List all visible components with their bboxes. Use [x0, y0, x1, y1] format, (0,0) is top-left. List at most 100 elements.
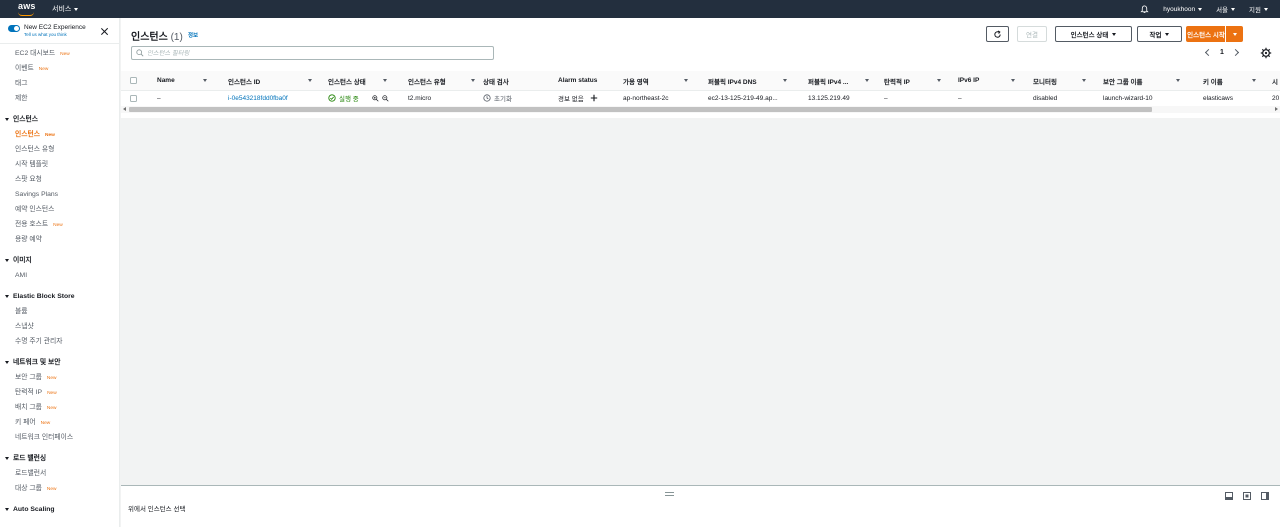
sidebar-item-events[interactable]: 이벤트 New: [0, 61, 119, 76]
sidebar-item-savings-plans[interactable]: Savings Plans: [0, 187, 119, 202]
sidebar-item-spot-requests[interactable]: 스팟 요청: [0, 172, 119, 187]
layout-side-icon[interactable]: [1261, 492, 1269, 500]
launch-instances-button[interactable]: 인스턴스 시작: [1186, 26, 1226, 42]
sidebar-item-instance-types[interactable]: 인스턴스 유형: [0, 142, 119, 157]
sidebar-item-elastic-ip[interactable]: 탄력적 IP New: [0, 385, 119, 400]
refresh-button[interactable]: [986, 26, 1009, 42]
filter-icon[interactable]: [865, 79, 869, 82]
sidebar-item-lifecycle-manager[interactable]: 수명 주기 관리자: [0, 334, 119, 349]
sidebar-item-ami[interactable]: AMI: [0, 268, 119, 283]
gear-icon[interactable]: [1260, 47, 1272, 59]
layout-full-icon[interactable]: [1243, 492, 1251, 500]
sidebar-section-network-security[interactable]: 네트워크 및 보안: [0, 355, 119, 370]
filter-icon[interactable]: [308, 79, 312, 82]
previous-page-icon[interactable]: [1204, 48, 1213, 57]
layout-bottom-icon[interactable]: [1225, 492, 1233, 500]
launch-instances-dropdown[interactable]: [1225, 26, 1243, 42]
sidebar-item-dedicated-hosts[interactable]: 전용 호스트 New: [0, 217, 119, 232]
search-input[interactable]: [147, 49, 487, 57]
sidebar-section-ebs[interactable]: Elastic Block Store: [0, 289, 119, 304]
region-menu[interactable]: 서울: [1216, 4, 1236, 14]
sidebar-item-snapshots[interactable]: 스냅샷: [0, 319, 119, 334]
column-header-instance-id[interactable]: 인스턴스 ID: [228, 71, 318, 90]
filter-icon[interactable]: [471, 79, 475, 82]
column-label: 가용 영역: [623, 78, 649, 86]
column-header-ipv6[interactable]: IPv6 IP: [958, 71, 1018, 90]
sidebar-item-load-balancers[interactable]: 로드밸런서: [0, 466, 119, 481]
scrollbar-thumb[interactable]: [129, 107, 1152, 112]
column-header-public-dns[interactable]: 퍼블릭 IPv4 DNS: [708, 71, 790, 90]
sidebar-item-key-pairs[interactable]: 키 페어 New: [0, 415, 119, 430]
row-checkbox[interactable]: [130, 94, 137, 102]
column-header-name[interactable]: Name: [157, 71, 212, 90]
instance-state-button[interactable]: 인스턴스 상태: [1055, 26, 1132, 42]
sidebar-item-volumes[interactable]: 볼륨: [0, 304, 119, 319]
column-header-elastic-ip[interactable]: 탄력적 IP: [884, 71, 944, 90]
add-alarm-icon[interactable]: [590, 94, 598, 102]
aws-logo[interactable]: aws: [16, 1, 38, 16]
column-label: 모니터링: [1033, 78, 1057, 86]
cell-monitoring: disabled: [1033, 94, 1058, 102]
sidebar-item-reserved-instances[interactable]: 예약 인스턴스: [0, 202, 119, 217]
horizontal-scrollbar[interactable]: [121, 106, 1280, 113]
connect-button[interactable]: 연결: [1017, 26, 1047, 42]
zoom-in-icon[interactable]: [372, 94, 379, 102]
current-page[interactable]: 1: [1220, 49, 1224, 56]
feedback-link[interactable]: Tell us what you think: [24, 32, 86, 37]
column-header-launch-time[interactable]: 시: [1272, 71, 1280, 90]
sidebar-section-auto-scaling[interactable]: Auto Scaling: [0, 502, 119, 517]
new-badge: New: [46, 406, 57, 411]
cell-launch-time: 20: [1272, 94, 1280, 102]
filter-icon[interactable]: [1011, 79, 1015, 82]
sidebar-item-launch-templates[interactable]: 시작 템플릿: [0, 157, 119, 172]
filter-icon[interactable]: [1176, 79, 1180, 82]
column-header-instance-type[interactable]: 인스턴스 유형: [408, 71, 478, 90]
notifications-button[interactable]: [1140, 4, 1149, 14]
column-header-key-name[interactable]: 키 이름: [1203, 71, 1259, 90]
column-header-status-check[interactable]: 상태 검사: [483, 71, 551, 90]
sidebar-item-capacity-reservations[interactable]: 용량 예약: [0, 232, 119, 247]
sidebar-section-instances[interactable]: 인스턴스: [0, 112, 119, 127]
column-header-security-group[interactable]: 보안 그룹 이름: [1103, 71, 1183, 90]
column-header-alarm-status[interactable]: Alarm status: [558, 71, 620, 90]
column-header-availability-zone[interactable]: 가용 영역: [623, 71, 691, 90]
sidebar-item-limits[interactable]: 제한: [0, 91, 119, 106]
sidebar-item-ec2-dashboard[interactable]: EC2 대시보드 New: [0, 46, 119, 61]
sidebar-item-security-groups[interactable]: 보안 그룹 New: [0, 370, 119, 385]
state-text: 실행 중: [339, 96, 359, 103]
column-header-instance-state[interactable]: 인스턴스 상태: [328, 71, 390, 90]
cell-ipv6: –: [958, 94, 962, 102]
close-sidebar-icon[interactable]: [100, 27, 109, 36]
sidebar-item-tags[interactable]: 태그: [0, 76, 119, 91]
column-header-public-ipv4[interactable]: 퍼블릭 IPv4 ...: [808, 71, 872, 90]
new-experience-toggle[interactable]: [8, 25, 20, 32]
filter-icon[interactable]: [383, 79, 387, 82]
sidebar-section-images[interactable]: 이미지: [0, 253, 119, 268]
cell-instance-id[interactable]: i-0e543218fdd0fba0f: [228, 91, 318, 105]
next-page-icon[interactable]: [1231, 48, 1239, 57]
filter-icon[interactable]: [1082, 79, 1086, 82]
services-menu[interactable]: 서비스: [52, 4, 79, 14]
sidebar-section-load-balancing[interactable]: 로드 밸런싱: [0, 451, 119, 466]
resize-handle-icon[interactable]: [665, 492, 674, 496]
sidebar-item-instances[interactable]: 인스턴스 New: [0, 127, 119, 142]
info-link[interactable]: 정보: [188, 31, 198, 39]
sidebar-item-label: 탄력적 IP: [15, 389, 43, 396]
filter-icon[interactable]: [684, 79, 688, 82]
zoom-out-icon[interactable]: [382, 94, 389, 102]
filter-icon[interactable]: [937, 79, 941, 82]
table-row[interactable]: – i-0e543218fdd0fba0f 실행 중 t2.micro 초기화 …: [121, 91, 1280, 105]
sidebar-item-target-groups[interactable]: 대상 그룹 New: [0, 481, 119, 496]
actions-button[interactable]: 작업: [1137, 26, 1182, 42]
filter-icon[interactable]: [203, 79, 207, 82]
scroll-right-icon[interactable]: [1275, 107, 1278, 111]
sidebar-item-network-interfaces[interactable]: 네트워크 인터페이스: [0, 430, 119, 445]
sidebar-item-placement-groups[interactable]: 배치 그룹 New: [0, 400, 119, 415]
filter-icon[interactable]: [783, 79, 787, 82]
scroll-left-icon[interactable]: [123, 107, 126, 111]
filter-icon[interactable]: [1252, 79, 1256, 82]
column-header-monitoring[interactable]: 모니터링: [1033, 71, 1089, 90]
support-menu[interactable]: 지원: [1249, 4, 1268, 14]
select-all-checkbox[interactable]: [130, 77, 137, 84]
user-menu[interactable]: hyoukhoon: [1163, 6, 1203, 13]
